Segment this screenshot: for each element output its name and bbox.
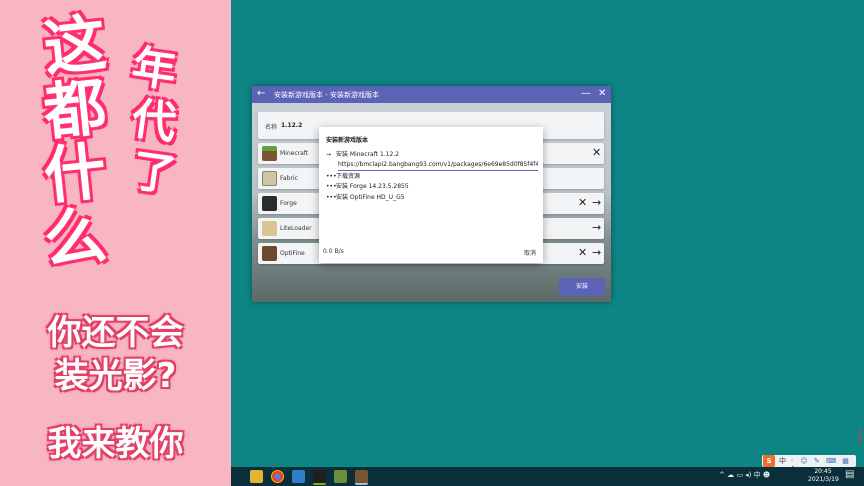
promo-char: 了 — [128, 145, 180, 202]
task-label: 安装 Minecraft 1.12.2 — [336, 151, 400, 158]
promo-panel: 这 都 什 么 年 代 了 你还不会 装光影? 我来教你 — [0, 0, 231, 486]
back-arrow-icon[interactable]: ← — [257, 88, 265, 100]
arrow-right-icon[interactable]: → — [592, 246, 601, 260]
dialog-title: 安装新游戏版本 — [326, 137, 369, 144]
system-tray[interactable]: ^ ☁ ▭ ◂) 中 ☻ — [719, 470, 770, 480]
clock-time: 20:45 — [814, 468, 832, 475]
cancel-button[interactable]: 取消 — [524, 248, 536, 257]
arrow-right-icon: → — [326, 151, 332, 158]
name-label: 名称 — [265, 124, 278, 131]
pending-dots-icon: ••• — [326, 194, 337, 201]
minecraft-icon[interactable] — [355, 470, 368, 485]
download-url: https://bmclapi2.bangbang93.com/v1/packa… — [338, 161, 538, 171]
task-item: •••安装 OptiFine HD_U_G5 — [326, 194, 405, 202]
promo-char: 代 — [128, 93, 180, 150]
task-label: 安装 OptiFine HD_U_G5 — [336, 194, 405, 201]
task-item: •••安装 Forge 14.23.5.2855 — [326, 183, 409, 191]
promo-char: 么 — [40, 197, 110, 278]
task-label: 下载资源 — [336, 173, 361, 180]
clock-date: 2021/3/19 — [808, 476, 839, 483]
ime-toolbar[interactable]: S 中 ◦ ☺ ✎ ⌨ ▦ ✚ — [762, 455, 856, 473]
sogou-icon[interactable]: S — [763, 455, 775, 467]
component-label: Minecraft — [280, 150, 309, 157]
promo-headline-column-1: 这 都 什 么 — [40, 6, 110, 278]
download-speed: 0.0 B/s — [323, 248, 344, 255]
task-label: 安装 Forge 14.23.5.2855 — [336, 183, 409, 190]
nvidia-icon[interactable] — [313, 470, 326, 485]
chrome-icon[interactable] — [271, 470, 284, 483]
minecraft-launcher-icon[interactable] — [334, 470, 347, 483]
scrollbar-thumb[interactable] — [858, 427, 862, 443]
remove-icon[interactable]: ✕ — [578, 246, 587, 260]
pending-dots-icon: ••• — [326, 173, 337, 180]
pending-dots-icon: ••• — [326, 183, 337, 190]
component-label: Forge — [280, 200, 297, 207]
download-dialog: 安装新游戏版本 → 安装 Minecraft 1.12.2 https://bmc… — [319, 127, 543, 263]
window-title: 安装新游戏版本 - 安装新游戏版本 — [274, 91, 379, 99]
arrow-right-icon[interactable]: → — [592, 221, 601, 235]
arrow-right-icon[interactable]: → — [592, 196, 601, 210]
remove-icon[interactable]: ✕ — [578, 196, 587, 210]
optifine-icon — [262, 246, 277, 261]
name-value[interactable]: 1.12.2 — [281, 122, 302, 129]
promo-tagline-2: 装光影? — [54, 356, 177, 396]
promo-tagline-1: 你还不会 — [47, 313, 184, 353]
promo-char: 年 — [128, 41, 180, 98]
task-item: •••下载资源 — [326, 173, 360, 181]
promo-tagline-3: 我来教你 — [47, 424, 184, 464]
notification-icon[interactable]: ▤ — [845, 469, 854, 480]
taskbar: ^ ☁ ▭ ◂) 中 ☻ ▤ — [231, 467, 864, 486]
component-label: LiteLoader — [280, 225, 312, 232]
component-label: OptiFine — [280, 250, 305, 257]
file-explorer-icon[interactable] — [250, 470, 263, 483]
component-label: Fabric — [280, 175, 298, 182]
task-item: → 安装 Minecraft 1.12.2 — [326, 151, 399, 159]
install-button[interactable]: 安装 — [559, 278, 605, 296]
minecraft-grass-icon — [262, 146, 277, 161]
forge-anvil-icon — [262, 196, 277, 211]
remove-icon[interactable]: ✕ — [592, 146, 601, 160]
fabric-icon — [262, 171, 277, 186]
minimize-button[interactable]: — — [581, 87, 591, 101]
ime-language[interactable]: 中 — [779, 457, 786, 465]
title-bar: ← 安装新游戏版本 - 安装新游戏版本 — ✕ — [252, 86, 611, 103]
liteloader-icon — [262, 221, 277, 236]
promo-headline-column-2: 年 代 了 — [129, 41, 180, 202]
close-button[interactable]: ✕ — [598, 87, 606, 101]
clock[interactable]: 20:45 2021/3/19 — [808, 468, 839, 484]
vscode-icon[interactable] — [292, 470, 305, 483]
